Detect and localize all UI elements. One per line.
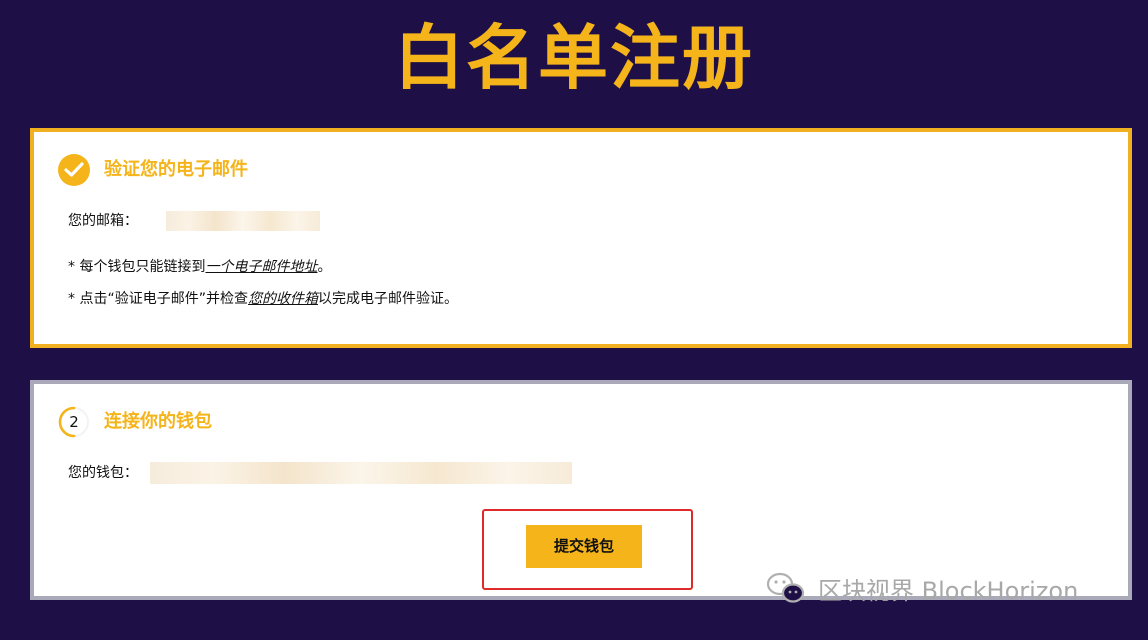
check-icon [58,154,90,186]
watermark-text: 区块视界 BlockHorizon [818,576,1079,605]
submit-wallet-button[interactable]: 提交钱包 [526,525,642,568]
email-verification-card: 验证您的电子邮件 您的邮箱： * 每个钱包只能链接到一个电子邮件地址。 * 点击… [30,128,1132,348]
wechat-icon [766,572,805,603]
step-number: 2 [69,413,79,431]
note-emphasis-email-address: 一个电子邮件地址 [205,259,318,275]
wallet-step-heading: 连接你的钱包 [104,411,212,432]
page-title: 白名单注册 [394,17,754,99]
watermark: 区块视界 BlockHorizon [766,570,1078,606]
wallet-label: 您的钱包： [68,465,138,481]
email-step-heading: 验证您的电子邮件 [104,159,248,180]
step-two-indicator: 2 [58,406,90,438]
wallet-value-redacted [150,462,572,484]
note-check-inbox: * 点击“验证电子邮件”并检查您的收件箱以完成电子邮件验证。 [68,291,458,307]
email-label: 您的邮箱： [68,213,138,229]
note-one-wallet-per-email: * 每个钱包只能链接到一个电子邮件地址。 [68,259,332,275]
email-value-redacted [166,211,320,231]
note-emphasis-inbox: 您的收件箱 [247,291,318,307]
